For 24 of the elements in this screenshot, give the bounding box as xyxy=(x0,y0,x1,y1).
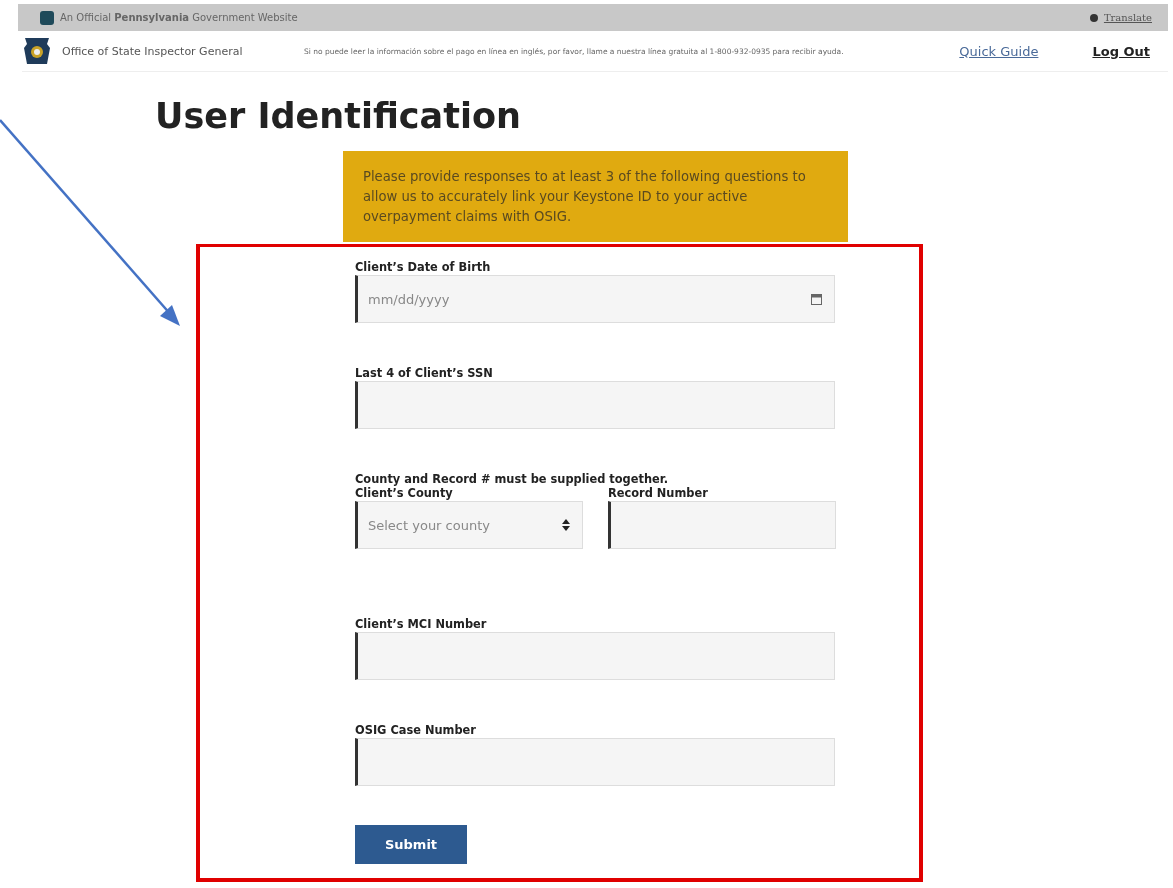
input-field[interactable] xyxy=(608,501,836,549)
calendar-icon xyxy=(811,293,822,305)
input-field[interactable] xyxy=(355,632,835,680)
county-select[interactable]: Select your county xyxy=(355,501,583,549)
banner-text: An Official Pennsylvania Government Website xyxy=(60,12,298,23)
page-title: User Identification xyxy=(155,95,522,138)
input-field[interactable] xyxy=(355,738,835,786)
translate-link[interactable]: Translate xyxy=(1103,12,1152,23)
keystone-logo-icon xyxy=(22,36,52,66)
header-link[interactable]: Quick Guide xyxy=(959,43,1039,59)
info-message: Please provide responses to at least 3 of the following questions to allow us to accurately link your Keystone ID to your active overpayment claims with OSIG. xyxy=(343,151,848,242)
field-label: Client’s MCI Number xyxy=(355,617,488,631)
organization-name: Office of State Inspector General xyxy=(62,44,244,58)
header-link[interactable]: Log Out xyxy=(1092,43,1150,59)
field-label: Record Number xyxy=(608,486,709,500)
sort-caret-icon xyxy=(562,519,570,531)
field-label: Last 4 of Client’s SSN xyxy=(355,366,494,380)
input-field[interactable] xyxy=(355,381,835,429)
form-note: County and Record # must be supplied together. xyxy=(355,472,670,486)
field-label: Client’s County xyxy=(355,486,454,500)
field-label: Client’s Date of Birth xyxy=(355,260,492,274)
date-field[interactable]: mm/dd/yyyy xyxy=(355,275,835,323)
field-label: OSIG Case Number xyxy=(355,723,477,737)
submit-button[interactable]: Submit xyxy=(355,825,467,864)
